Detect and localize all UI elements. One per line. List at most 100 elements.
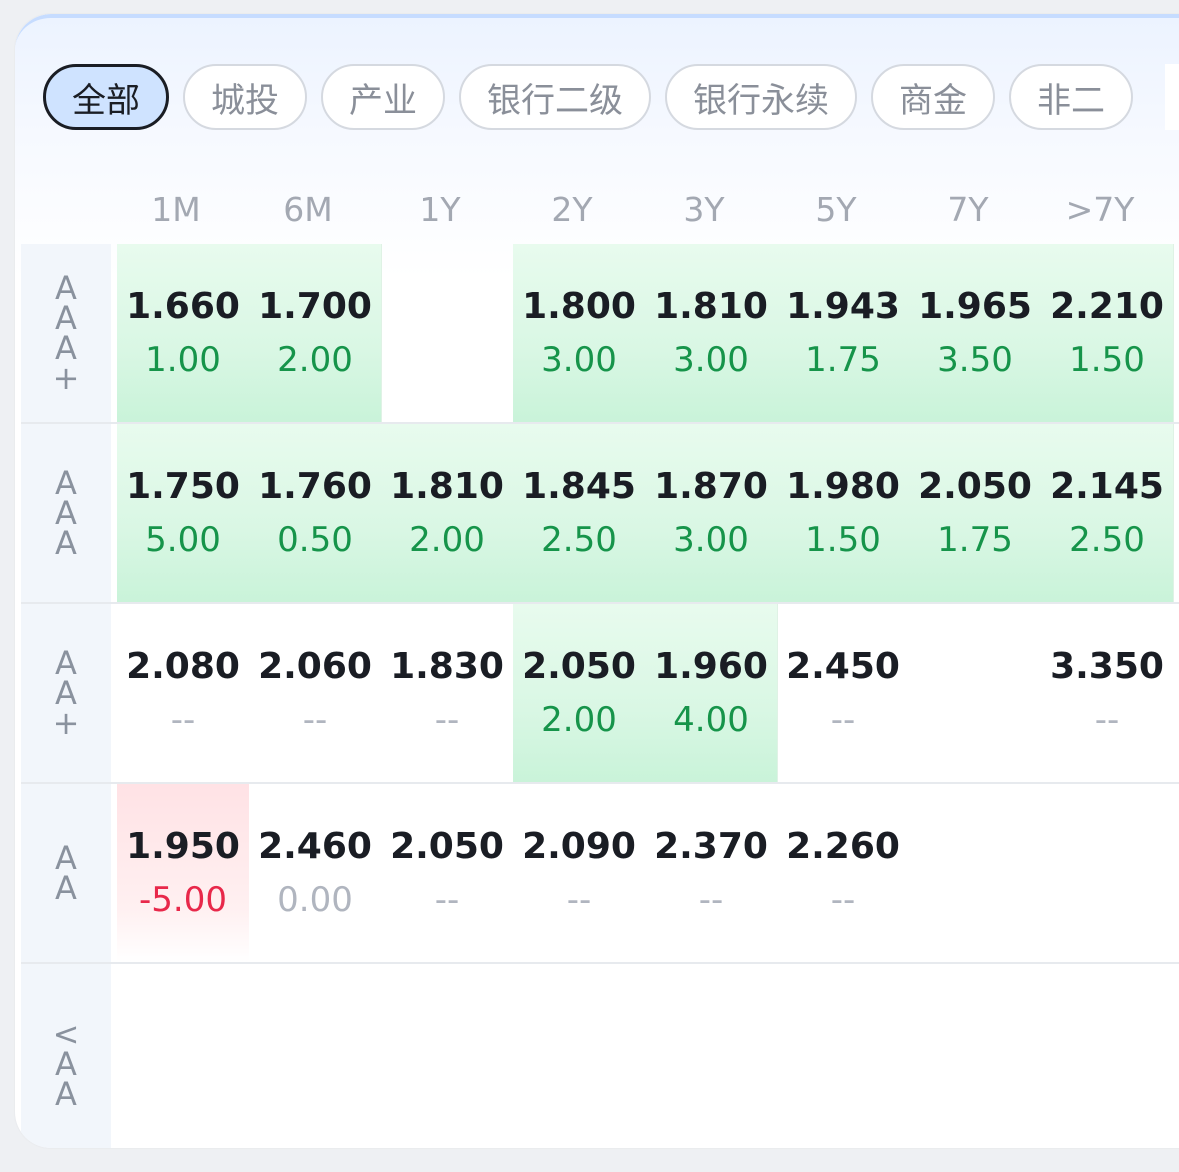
yield-value: 2.460 — [258, 826, 372, 867]
yield-value: 1.810 — [390, 466, 504, 507]
rating-label: A A A + — [21, 244, 111, 422]
rating-yield-card: 全部 城投 产业 银行二级 银行永续 商金 非二 1M 6M 1Y 2Y 3Y 5Y 7Y >7Y AAA… — [15, 14, 1179, 1148]
yield-cell[interactable]: 2.145 2.50 — [1041, 424, 1174, 602]
yield-cell — [909, 784, 1041, 962]
change-value: -- — [1094, 700, 1120, 740]
yield-value: 1.760 — [258, 466, 372, 507]
rating-row: A A A 1.750 5.00 1.760 0.50 1.810 2.00 1.845 2.50 1… — [21, 424, 1179, 604]
change-value: -- — [566, 880, 592, 920]
yield-cell[interactable]: 2.080 -- — [117, 604, 249, 782]
period-header-5: 5Y — [815, 190, 857, 229]
yield-cell[interactable]: 1.830 -- — [381, 604, 513, 782]
change-value: 3.50 — [937, 340, 1013, 380]
yield-cell[interactable]: 2.370 -- — [645, 784, 777, 962]
yield-cell[interactable]: 1.750 5.00 — [117, 424, 250, 602]
yield-value: 1.660 — [126, 286, 240, 327]
period-header-3: 2Y — [551, 190, 593, 229]
tab-4[interactable]: 银行永续 — [665, 64, 857, 130]
tab-5[interactable]: 商金 — [871, 64, 995, 130]
rating-label-char: A — [55, 1075, 77, 1113]
rating-row: < A A — [21, 964, 1179, 1148]
yield-cell — [381, 244, 513, 422]
yield-value: 1.700 — [258, 286, 372, 327]
yield-cell[interactable]: 3.350 -- — [1041, 604, 1173, 782]
rating-label-char: A — [55, 869, 77, 907]
yield-value: 2.450 — [786, 646, 900, 687]
yield-cell[interactable]: 2.210 1.50 — [1041, 244, 1174, 422]
yield-value: 2.060 — [258, 646, 372, 687]
change-value: 2.50 — [541, 520, 617, 560]
yield-cell[interactable]: 1.700 2.00 — [249, 244, 382, 422]
change-value: 3.00 — [673, 340, 749, 380]
yield-value: 2.050 — [522, 646, 636, 687]
yield-value: 1.950 — [126, 826, 240, 867]
rating-label: AAA — [21, 424, 111, 602]
yield-value: 1.800 — [522, 286, 636, 327]
yield-value: 2.210 — [1050, 286, 1164, 327]
yield-cell[interactable]: 2.050 -- — [381, 784, 513, 962]
yield-cell[interactable]: 2.260 -- — [777, 784, 909, 962]
change-value: 1.50 — [805, 520, 881, 560]
yield-value: 1.845 — [522, 466, 636, 507]
yield-value: 1.870 — [654, 466, 768, 507]
period-header-2: 1Y — [419, 190, 461, 229]
yield-cell[interactable]: 2.050 2.00 — [513, 604, 646, 782]
yield-value: 1.810 — [654, 286, 768, 327]
yield-cell[interactable]: 1.660 1.00 — [117, 244, 250, 422]
change-value: -- — [434, 700, 460, 740]
yield-value: 2.080 — [126, 646, 240, 687]
tab-3[interactable]: 银行二级 — [459, 64, 651, 130]
yield-value: 1.980 — [786, 466, 900, 507]
card-header-background — [15, 14, 1179, 278]
yield-value: 2.370 — [654, 826, 768, 867]
change-value: 3.00 — [541, 340, 617, 380]
yield-cell[interactable]: 2.060 -- — [249, 604, 381, 782]
change-value: 4.00 — [673, 700, 749, 740]
rating-label-char: + — [52, 704, 80, 742]
change-value: 1.50 — [1069, 340, 1145, 380]
yield-cell[interactable]: 1.810 2.00 — [381, 424, 514, 602]
yield-cell[interactable]: 1.870 3.00 — [645, 424, 778, 602]
period-header-6: 7Y — [947, 190, 989, 229]
rating-row: A A A + 1.660 1.00 1.700 2.00 1.800 3.00 1.810 3.00… — [21, 244, 1179, 424]
yield-cell[interactable]: 1.950 -5.00 — [117, 784, 249, 962]
tab-2[interactable]: 产业 — [321, 64, 445, 130]
rating-label: A A + — [21, 604, 111, 782]
rating-label-char: + — [52, 359, 80, 397]
rating-row: A A + 2.080 -- 2.060 -- 1.830 -- 2.050 2.00 1.960 4.… — [21, 604, 1179, 784]
yield-cell[interactable]: 1.760 0.50 — [249, 424, 382, 602]
change-value: -- — [698, 880, 724, 920]
change-value: 0.00 — [277, 880, 353, 920]
change-value: 1.00 — [145, 340, 221, 380]
yield-cell[interactable]: 2.450 -- — [777, 604, 909, 782]
yield-cell[interactable]: 1.800 3.00 — [513, 244, 646, 422]
change-value: 1.75 — [937, 520, 1013, 560]
yield-cell[interactable]: 1.980 1.50 — [777, 424, 910, 602]
tab-6[interactable]: 非二 — [1009, 64, 1133, 130]
yield-cell — [909, 604, 1041, 782]
yield-value: 2.145 — [1050, 466, 1164, 507]
yield-value: 2.050 — [918, 466, 1032, 507]
change-value: 2.00 — [277, 340, 353, 380]
tab-0[interactable]: 全部 — [43, 64, 169, 130]
change-value: 2.00 — [409, 520, 485, 560]
category-tabs: 全部 城投 产业 银行二级 银行永续 商金 非二 — [43, 64, 1133, 130]
change-value: 2.00 — [541, 700, 617, 740]
yield-cell[interactable]: 2.090 -- — [513, 784, 645, 962]
change-value: -- — [302, 700, 328, 740]
yield-cell[interactable]: 1.810 3.00 — [645, 244, 778, 422]
yield-cell[interactable]: 1.960 4.00 — [645, 604, 778, 782]
period-header-7: >7Y — [1065, 190, 1135, 229]
change-value: -- — [434, 880, 460, 920]
yield-cell[interactable]: 2.460 0.00 — [249, 784, 381, 962]
period-header-4: 3Y — [683, 190, 725, 229]
change-value: -- — [170, 700, 196, 740]
yield-cell[interactable]: 1.965 3.50 — [909, 244, 1042, 422]
yield-cell[interactable]: 1.845 2.50 — [513, 424, 646, 602]
yield-cell[interactable]: 2.050 1.75 — [909, 424, 1042, 602]
tab-1[interactable]: 城投 — [183, 64, 307, 130]
change-value: 1.75 — [805, 340, 881, 380]
change-value: 5.00 — [145, 520, 221, 560]
yield-cell[interactable]: 1.943 1.75 — [777, 244, 910, 422]
change-value: 0.50 — [277, 520, 353, 560]
